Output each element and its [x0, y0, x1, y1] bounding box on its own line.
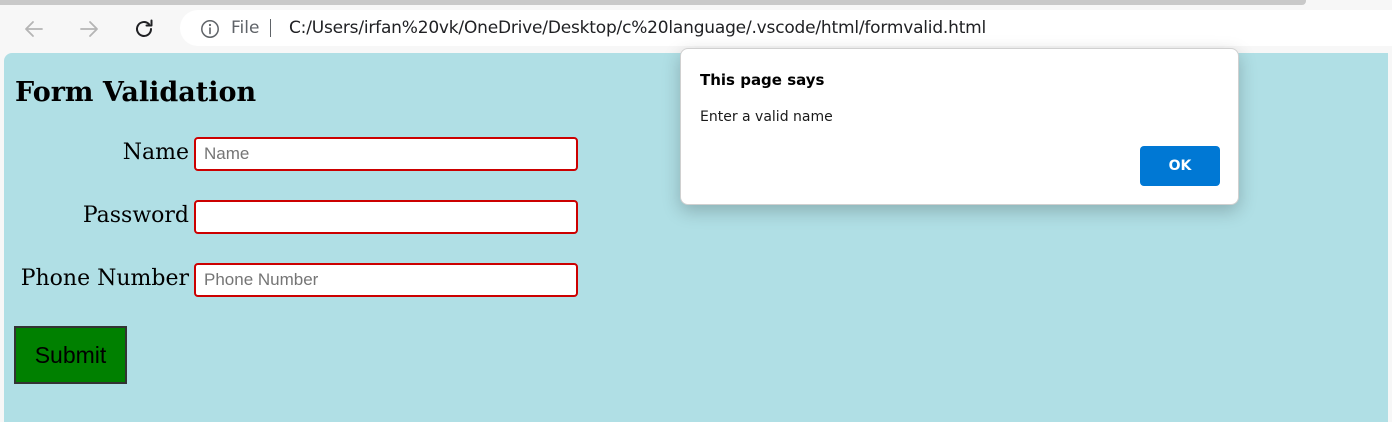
back-button[interactable] [17, 12, 51, 46]
submit-button[interactable]: Submit [14, 326, 127, 384]
back-arrow-icon [25, 21, 43, 37]
alert-dialog: This page says Enter a valid name OK [680, 48, 1239, 205]
dialog-ok-button[interactable]: OK [1140, 146, 1220, 186]
page-title: Form Validation [15, 77, 257, 108]
password-label: Password [82, 203, 189, 228]
address-scheme-label: File [231, 18, 260, 38]
reload-button[interactable] [127, 12, 161, 46]
dialog-message: Enter a valid name [700, 109, 833, 125]
name-label: Name [122, 140, 189, 165]
password-input[interactable] [194, 200, 578, 234]
forward-arrow-icon [80, 21, 98, 37]
dialog-title: This page says [700, 71, 825, 89]
info-icon[interactable] [200, 19, 220, 39]
address-bar[interactable]: File C:/Users/irfan%20vk/OneDrive/Deskto… [180, 10, 1392, 46]
phone-number-input[interactable] [194, 263, 578, 297]
address-separator [270, 19, 271, 37]
name-input[interactable] [194, 137, 578, 171]
reload-icon [136, 19, 153, 37]
browser-toolbar: File C:/Users/irfan%20vk/OneDrive/Deskto… [0, 5, 1392, 52]
address-url[interactable]: C:/Users/irfan%20vk/OneDrive/Desktop/c%2… [289, 18, 986, 38]
phone-number-label: Phone Number [20, 266, 189, 291]
forward-button[interactable] [72, 12, 106, 46]
